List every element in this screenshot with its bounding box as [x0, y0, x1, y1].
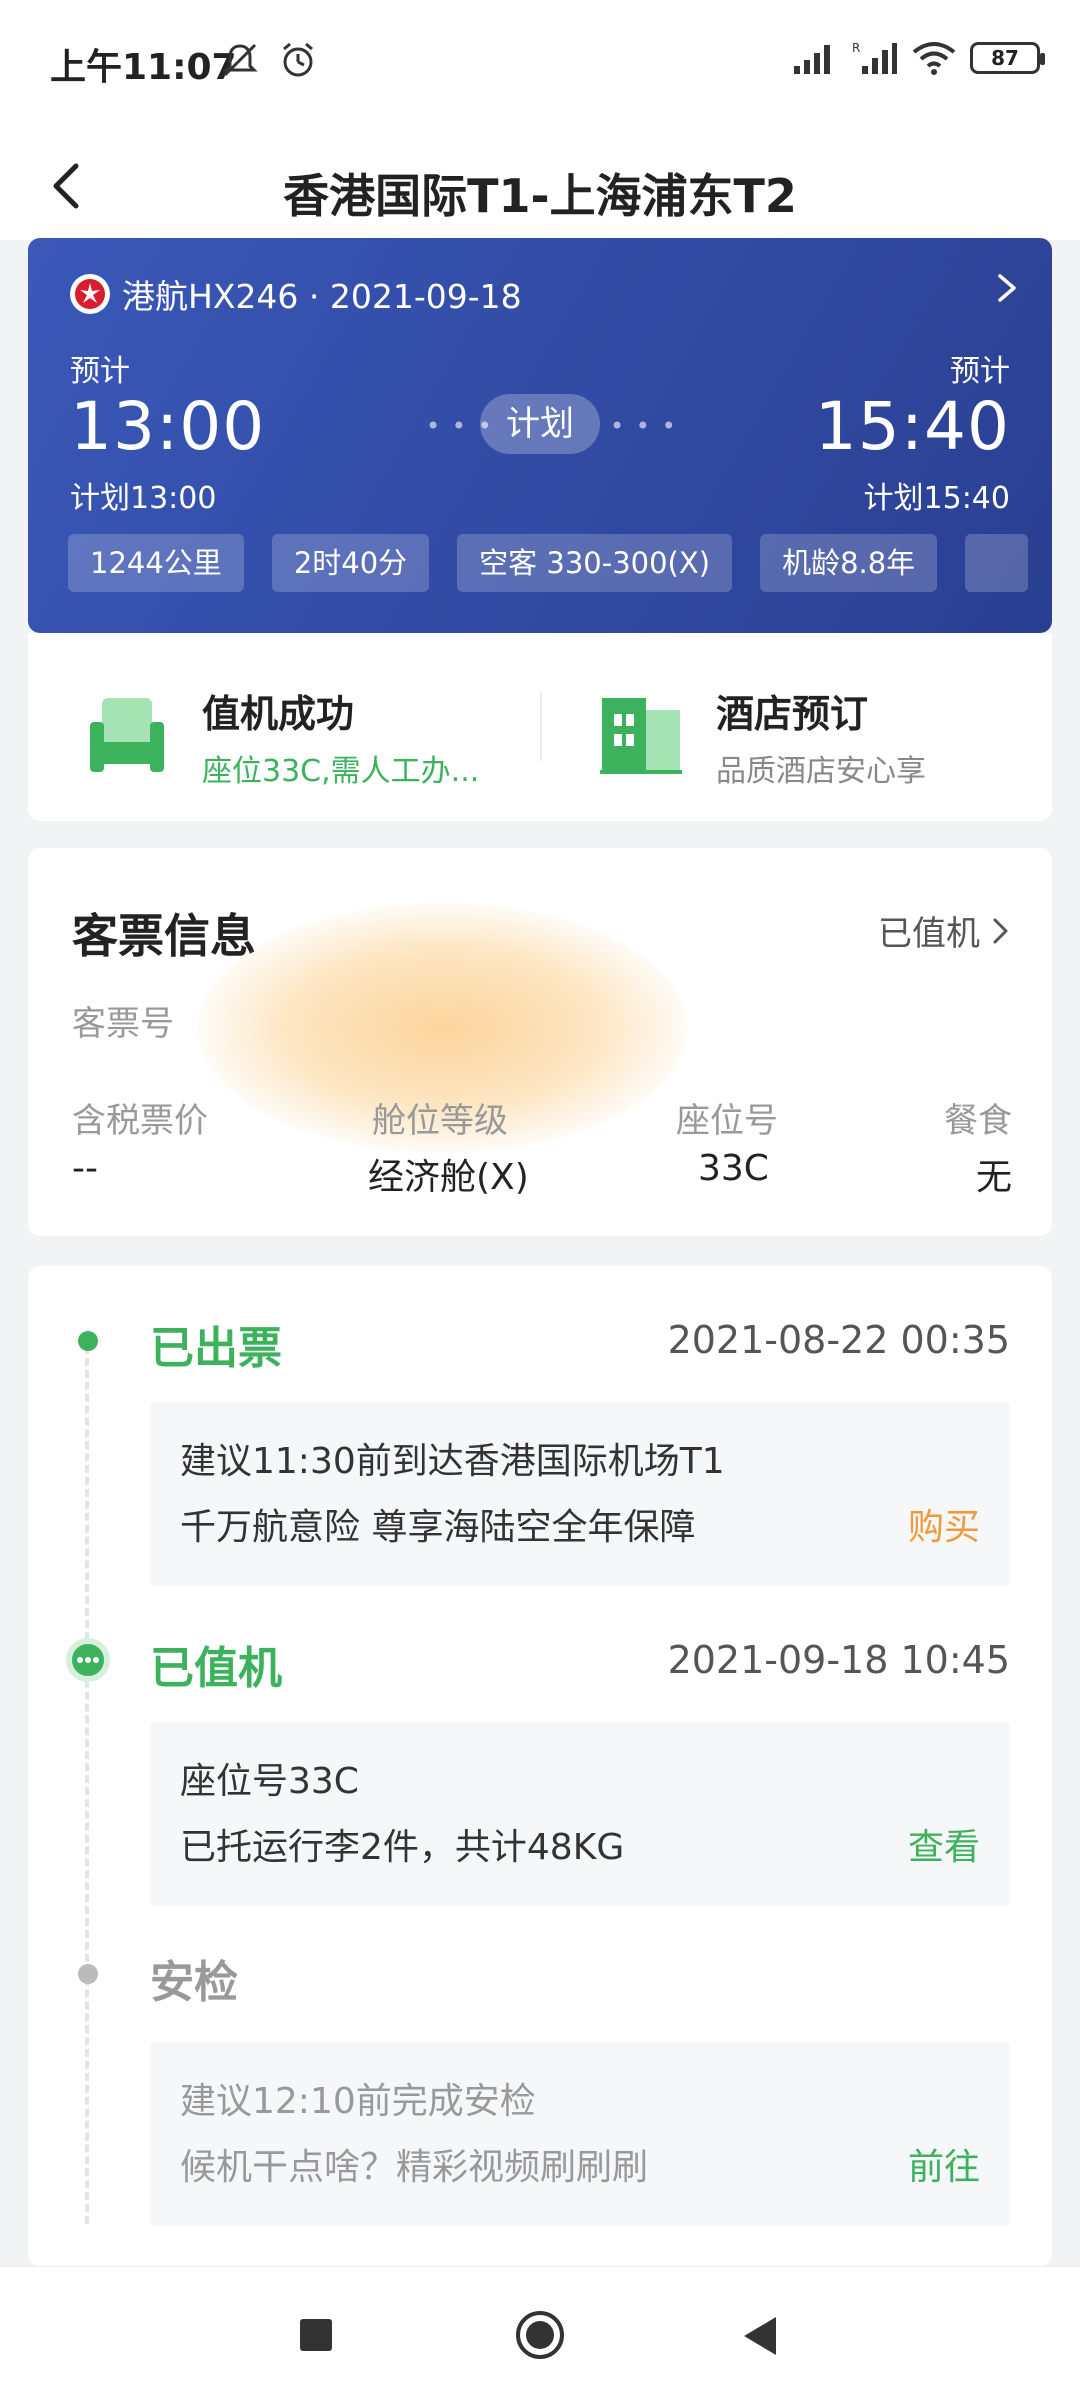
buy-insurance-button[interactable]: 购买: [908, 1498, 980, 1550]
step-ticketed-time: 2021-08-22 00:35: [667, 1318, 1010, 1362]
step-security-box: 建议12:10前完成安检 候机干点啥？精彩视频刷刷刷 前往: [150, 2042, 1010, 2226]
chip-distance: 1244公里: [68, 534, 244, 592]
step-checkedin-title: 已值机: [150, 1643, 282, 1694]
mute-icon: [222, 43, 258, 77]
chip-aircraft: 空客 330-300(X): [457, 534, 733, 592]
cabin-class-label: 舱位等级: [372, 1101, 508, 1141]
services-card: 值机成功 座位33C,需人工办... 酒店预订 品质酒店安心享: [28, 633, 1052, 821]
flight-info-chips[interactable]: 1244公里 2时40分 空客 330-300(X) 机龄8.8年: [68, 534, 1052, 594]
departure-time: 13:00: [70, 388, 266, 465]
arrival-planned-time: 计划15:40: [863, 481, 1010, 516]
chevron-right-icon: [993, 918, 1008, 943]
step-checkedin-time: 2021-09-18 10:45: [667, 1638, 1010, 1682]
flight-status-badge: 计划: [480, 394, 600, 454]
signal-roaming-icon: R: [852, 41, 897, 74]
wifi-icon: [912, 42, 956, 75]
timeline-dot-done: [78, 1331, 98, 1351]
home-circle-icon[interactable]: [514, 2309, 566, 2361]
signal-icon: [794, 45, 830, 74]
ticket-info-title: 客票信息: [72, 909, 256, 963]
recents-square-icon[interactable]: [298, 2317, 334, 2353]
status-bar: 上午11:07 R 87: [0, 0, 1080, 128]
seat-number-value: 33C: [698, 1148, 769, 1189]
airline-flight-text: 港航HX246 · 2021-09-18: [122, 277, 522, 316]
back-triangle-icon[interactable]: [742, 2315, 780, 2357]
departure-estimated-label: 预计: [70, 354, 130, 389]
checkin-subtitle: 座位33C,需人工办...: [202, 754, 480, 789]
ticket-status-text: 已值机: [878, 914, 980, 954]
go-videos-button[interactable]: 前往: [908, 2138, 980, 2190]
hotel-service[interactable]: 酒店预订 品质酒店安心享: [596, 683, 926, 790]
hotel-title: 酒店预订: [716, 692, 869, 736]
route-dots-right: • • •: [610, 412, 678, 440]
airline-logo-icon: [70, 274, 110, 314]
timeline-dot-pending: [78, 1964, 98, 1984]
step-security-line2: 候机干点啥？精彩视频刷刷刷: [180, 2147, 649, 2188]
battery-level: 87: [991, 46, 1019, 70]
arrival-time: 15:40: [814, 388, 1010, 465]
checkin-service[interactable]: 值机成功 座位33C,需人工办...: [82, 683, 479, 790]
timeline-dot-current: [66, 1638, 110, 1682]
flight-card[interactable]: 港航HX246 · 2021-09-18 预计 预计 13:00 15:40 •…: [28, 238, 1052, 633]
alarm-icon: [283, 42, 313, 77]
arrival-estimated-label: 预计: [950, 354, 1010, 389]
meal-label: 餐食: [944, 1101, 1012, 1141]
system-navigation-bar: [0, 2266, 1080, 2400]
header: 香港国际T1-上海浦东T2: [0, 128, 1080, 240]
step-ticketed-title: 已出票: [150, 1323, 282, 1374]
ticket-status-link[interactable]: 已值机: [878, 906, 1012, 955]
fare-value: --: [72, 1148, 98, 1189]
step-security-line1: 建议12:10前完成安检: [180, 2081, 536, 2122]
hotel-building-icon: [600, 697, 682, 774]
step-checkedin-box: 座位号33C 已托运行李2件，共计48KG 查看: [150, 1722, 1010, 1906]
step-ticketed-line1: 建议11:30前到达香港国际机场T1: [180, 1441, 725, 1482]
fare-label: 含税票价: [72, 1101, 208, 1141]
checkin-title: 值机成功: [202, 692, 355, 736]
seat-icon: [90, 697, 164, 772]
departure-planned-time: 计划13:00: [70, 481, 217, 516]
step-checkedin-line1: 座位号33C: [180, 1761, 359, 1802]
chip-duration: 2时40分: [271, 534, 430, 592]
step-ticketed-line2: 千万航意险 尊享海陆空全年保障: [180, 1507, 696, 1548]
cabin-class-value: 经济舱(X): [368, 1157, 529, 1198]
meal-value: 无: [975, 1157, 1012, 1198]
step-ticketed-box: 建议11:30前到达香港国际机场T1 千万航意险 尊享海陆空全年保障 购买: [150, 1402, 1010, 1586]
status-timeline: 已出票 2021-08-22 00:35 建议11:30前到达香港国际机场T1 …: [28, 1266, 1052, 2266]
airline-row: 港航HX246 · 2021-09-18: [70, 270, 522, 318]
chip-more: [965, 534, 1028, 592]
more-dots-icon: [77, 1657, 99, 1663]
view-baggage-button[interactable]: 查看: [908, 1818, 980, 1870]
battery-icon: 87: [970, 42, 1045, 74]
hotel-subtitle: 品质酒店安心享: [716, 754, 926, 789]
timeline-line: [85, 1334, 89, 2224]
svg-text:R: R: [852, 41, 860, 55]
seat-number-label: 座位号: [676, 1101, 778, 1141]
page-title: 香港国际T1-上海浦东T2: [283, 169, 797, 223]
step-security-title: 安检: [150, 1957, 238, 2008]
status-time: 上午11:07: [50, 47, 237, 88]
services-divider: [540, 691, 542, 761]
step-checkedin-line2: 已托运行李2件，共计48KG: [180, 1827, 625, 1868]
ticket-number-label: 客票号: [72, 1004, 174, 1044]
chevron-right-icon[interactable]: [992, 268, 1022, 308]
chip-aircraft-age: 机龄8.8年: [760, 534, 938, 592]
ticket-info-card: 客票信息 已值机 客票号 含税票价 -- 舱位等级 经济舱(X) 座位号 33C…: [28, 848, 1052, 1236]
